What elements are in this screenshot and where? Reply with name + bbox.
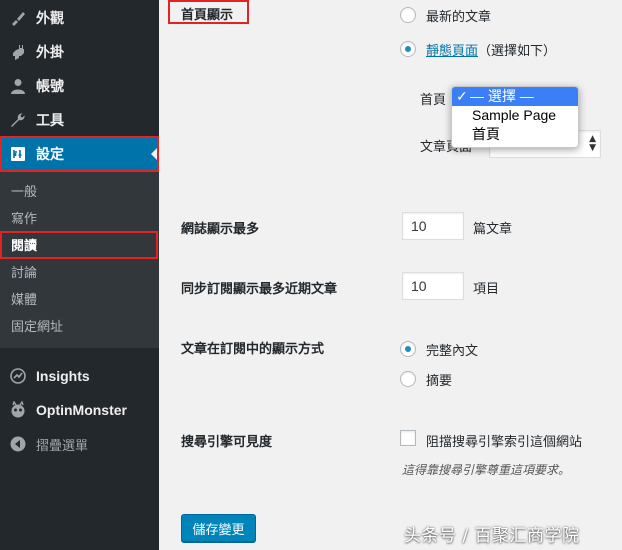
admin-sidebar: 外觀 外掛 帳號 工具 設定 一般 寫作 閱讀 討論 媒體 固定網址 Insig… [0,0,159,550]
menu-item-collapse[interactable]: 摺疊選單 [0,427,159,461]
radio-static-page[interactable]: 靜態頁面 （選擇如下） [400,39,556,59]
menu-item-label: 摺疊選單 [36,438,89,454]
menu-item-insights[interactable]: Insights [0,359,159,393]
menu-item-users[interactable]: 帳號 [0,69,159,103]
homepage-display-label: 首頁顯示 [181,8,234,23]
wrench-icon [8,110,28,130]
menu-item-settings[interactable]: 設定 [0,137,159,171]
menu-item-appearance[interactable]: 外觀 [0,1,159,35]
radio-full-text[interactable]: 完整內文 [400,339,478,359]
submenu-item-writing[interactable]: 寫作 [11,206,37,228]
menu-item-label: 工具 [36,113,64,129]
menu-item-tools[interactable]: 工具 [0,103,159,137]
optinmonster-icon [8,400,28,420]
front-page-dropdown[interactable]: ✓ — 選擇 — Sample Page 首頁 [451,86,579,148]
collapse-icon [8,434,28,454]
radio-label: 摘要 [426,373,453,389]
radio-label: 完整內文 [426,343,479,359]
menu-item-label: 帳號 [36,79,64,95]
discourage-search-label: 阻擋搜尋引擎索引這個網站 [426,435,583,450]
brush-icon [8,8,28,28]
front-page-label: 首頁 [420,93,447,108]
menu-item-label: 設定 [36,147,64,163]
reading-settings-form: 首頁顯示 最新的文章 靜態頁面 （選擇如下） 首頁 文章頁面 ▲ ▼ ✓ — 選擇 … [159,0,622,550]
feed-display-label: 文章在訂閱中的顯示方式 [181,342,325,357]
feed-posts-label: 同步訂閱顯示最多近期文章 [181,282,338,297]
settings-submenu: 一般 寫作 閱讀 討論 媒體 固定網址 [0,172,159,348]
menu-item-label: Insights [36,368,90,384]
submenu-item-media[interactable]: 媒體 [11,287,37,309]
search-visibility-description: 這得靠搜尋引擎尊重這項要求。 [402,463,571,477]
settings-icon [8,144,28,164]
menu-item-label: OptinMonster [36,402,127,418]
radio-button[interactable] [400,341,416,357]
blog-pages-label: 網誌顯示最多 [181,222,260,237]
blog-pages-unit: 篇文章 [473,222,513,237]
static-page-link[interactable]: 靜態頁面 [426,40,478,59]
search-visibility-label: 搜尋引擎可見度 [181,435,273,450]
menu-item-plugins[interactable]: 外掛 [0,35,159,69]
submenu-item-reading[interactable]: 閱讀 [11,233,37,255]
radio-summary[interactable]: 摘要 [400,369,452,389]
current-indicator [151,146,159,162]
radio-latest-posts[interactable]: 最新的文章 [400,5,491,25]
feed-posts-unit: 項目 [473,282,500,297]
dropdown-option-label: — 選擇 — [470,88,534,104]
user-icon [8,76,28,96]
radio-label: 最新的文章 [426,9,492,25]
save-changes-button[interactable]: 儲存變更 [181,514,256,542]
dropdown-option[interactable]: ✓ — 選擇 — [452,87,578,106]
blog-pages-input[interactable]: 10 [402,212,464,240]
menu-item-optinmonster[interactable]: OptinMonster [0,393,159,427]
select-arrows-icon: ▲ ▼ [589,134,596,153]
submenu-item-permalinks[interactable]: 固定網址 [11,314,63,336]
watermark-text: 头条号 / 百聚汇商学院 [404,526,580,546]
insights-icon [8,366,28,386]
menu-item-label: 外觀 [36,11,64,27]
submenu-item-discussion[interactable]: 討論 [11,260,37,282]
static-page-hint: （選擇如下） [478,43,557,59]
menu-item-label: 外掛 [36,45,64,61]
radio-button[interactable] [400,7,416,23]
dropdown-option[interactable]: Sample Page [452,106,578,125]
dropdown-option[interactable]: 首頁 [452,125,578,144]
checkmark-icon: ✓ [456,88,468,104]
radio-button[interactable] [400,371,416,387]
discourage-search-checkbox[interactable] [400,430,416,446]
radio-button[interactable] [400,41,416,57]
feed-posts-input[interactable]: 10 [402,272,464,300]
plugin-icon [8,42,28,62]
submenu-item-general[interactable]: 一般 [11,179,37,201]
